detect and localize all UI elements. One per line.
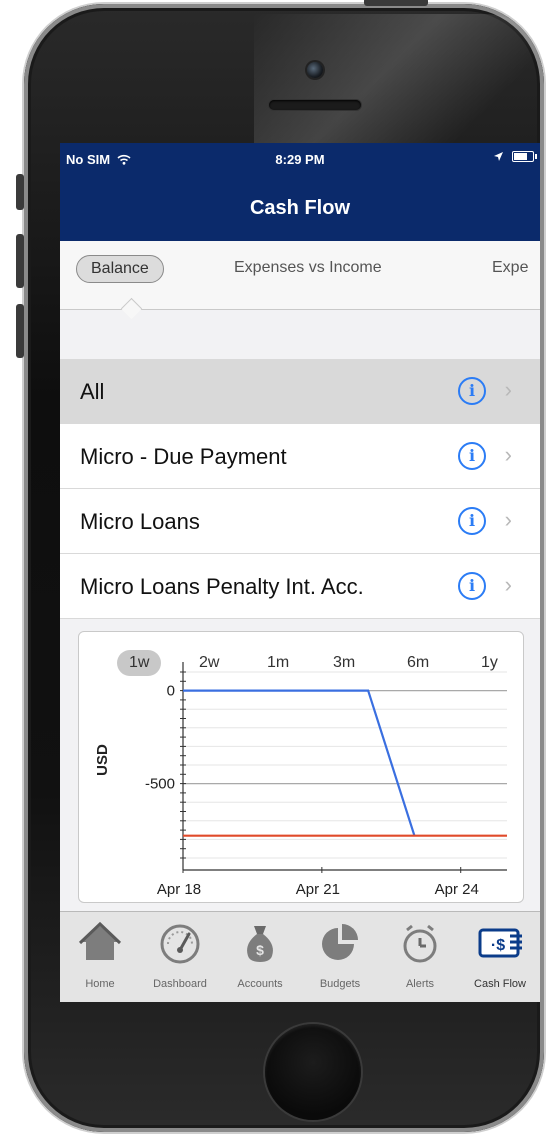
stopwatch-icon — [403, 924, 437, 963]
chevron-right-icon: › — [504, 507, 512, 532]
mute-switch — [16, 174, 24, 210]
tab-bar: Home Dashboard $ Accounts Budgets Alerts… — [60, 911, 540, 1002]
tab-label: Budgets — [319, 978, 361, 990]
list-item-micro-loans[interactable]: Micro Loans i › — [60, 489, 540, 554]
tab-label: Dashboard — [153, 978, 207, 990]
tab-expenses-vs-income[interactable]: Expenses vs Income — [234, 259, 382, 277]
balance-chart-card: 1w 2w 1m 3m 6m 1y 0 -500 Apr 18 Apr 21 Apr 2… — [78, 631, 524, 903]
home-icon — [78, 921, 122, 960]
screen: No SIM 8:29 PM Cash Flow Balance Expense… — [60, 143, 540, 1002]
y-tick-label: 0 — [167, 683, 175, 700]
home-button[interactable] — [265, 1024, 361, 1120]
tab-home[interactable]: Home — [60, 916, 140, 1000]
money-bag-icon: $ — [247, 926, 273, 962]
list-item-micro-due-payment[interactable]: Micro - Due Payment i › — [60, 424, 540, 489]
chart-axes — [180, 662, 507, 873]
info-icon[interactable]: i — [458, 572, 486, 600]
battery-icon — [512, 151, 537, 162]
front-camera-icon — [307, 62, 323, 78]
tab-label: Accounts — [237, 978, 283, 990]
tab-dashboard[interactable]: Dashboard — [140, 916, 220, 1000]
list-item-label: Micro Loans — [80, 509, 200, 534]
chevron-right-icon: › — [504, 572, 512, 597]
list-item-label: Micro - Due Payment — [80, 444, 287, 469]
list-item-micro-loans-penalty[interactable]: Micro Loans Penalty Int. Acc. i › — [60, 554, 540, 619]
y-tick-label: -500 — [145, 776, 175, 793]
info-icon[interactable]: i — [458, 377, 486, 405]
tab-accounts[interactable]: $ Accounts — [220, 916, 300, 1000]
status-time: 8:29 PM — [275, 152, 325, 167]
x-tick-label: Apr 18 — [157, 881, 201, 898]
list-item-label: All — [80, 379, 105, 404]
account-list: All i › Micro - Due Payment i › Micro Lo… — [60, 359, 540, 619]
x-tick-label: Apr 21 — [296, 881, 340, 898]
status-right — [493, 151, 537, 162]
location-arrow-icon — [494, 152, 503, 161]
chevron-right-icon: › — [504, 442, 512, 467]
info-icon[interactable]: i — [458, 507, 486, 535]
chart-labels: 0 -500 Apr 18 Apr 21 Apr 24 USD — [94, 683, 479, 898]
tab-cash-flow[interactable]: ·$ Cash Flow — [460, 916, 540, 1000]
volume-up-button — [16, 234, 24, 288]
chevron-right-icon: › — [504, 377, 512, 402]
navigation-bar: Cash Flow — [60, 177, 540, 241]
list-item-all[interactable]: All i › — [60, 359, 540, 424]
x-tick-label: Apr 24 — [435, 881, 479, 898]
speedometer-icon — [160, 924, 200, 964]
pie-chart-icon — [322, 924, 358, 960]
page-title: Cash Flow — [249, 197, 350, 219]
y-axis-title: USD — [94, 744, 111, 776]
balance-line-blue — [183, 689, 416, 837]
tab-balance[interactable]: Balance — [76, 255, 164, 283]
info-icon[interactable]: i — [458, 442, 486, 470]
chart-grid — [183, 671, 507, 859]
tab-label: Cash Flow — [474, 978, 526, 990]
svg-text:$: $ — [256, 942, 264, 958]
balance-chart: 0 -500 Apr 18 Apr 21 Apr 24 USD — [94, 662, 507, 898]
status-bar: No SIM 8:29 PM — [60, 143, 540, 177]
power-button — [364, 0, 428, 6]
tab-budgets[interactable]: Budgets — [300, 916, 380, 1000]
volume-down-button — [16, 304, 24, 358]
cash-flow-icon: ·$ — [478, 928, 522, 958]
tab-expenses[interactable]: Expe — [492, 259, 528, 277]
chart-series — [183, 689, 507, 837]
tab-label: Alerts — [405, 978, 435, 990]
list-item-label: Micro Loans Penalty Int. Acc. — [80, 574, 364, 599]
svg-text:·$: ·$ — [491, 937, 505, 954]
earpiece-speaker — [269, 100, 361, 110]
tab-alerts[interactable]: Alerts — [380, 916, 460, 1000]
